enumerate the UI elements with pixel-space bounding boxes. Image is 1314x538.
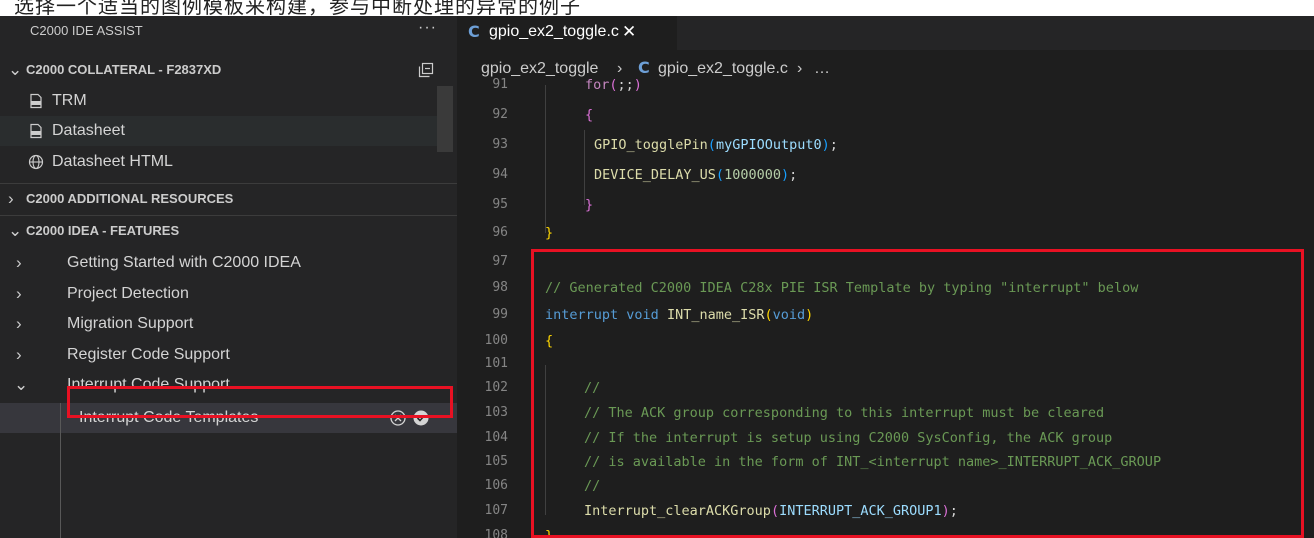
c-language-icon: C [468,22,480,41]
collateral-item-label: Datasheet [52,122,125,139]
chevron-right-icon: › [8,189,14,208]
feature-item-migration-support[interactable]: › Migration Support [0,309,457,339]
section-title: C2000 IDEA - FEATURES [26,223,180,238]
chevron-right-icon: › [797,60,803,77]
chevron-down-icon: ⌄ [8,60,23,79]
section-collateral-header[interactable]: ⌄ C2000 COLLATERAL - F2837XD [0,55,457,85]
line-number: 94 [492,167,508,182]
collateral-item-label: Datasheet HTML [52,153,173,170]
chevron-down-icon: ⌄ [14,375,29,394]
pdf-icon [30,93,42,109]
line-number: 95 [492,197,508,212]
indent-guide [545,85,546,233]
feature-item-label: Getting Started with C2000 IDEA [67,254,301,271]
collateral-item-datasheet-html[interactable]: Datasheet HTML [0,147,457,177]
chevron-down-icon: ⌄ [8,221,23,240]
code-line: GPIO_togglePin(myGPIOOutput0); [594,137,838,153]
breadcrumb-more[interactable]: … [814,60,830,78]
sidebar: C2000 IDE ASSIST ··· ⌄ C2000 COLLATERAL … [0,16,457,538]
line-number: 92 [492,107,508,122]
line-number: 108 [484,528,508,538]
sidebar-header: C2000 IDE ASSIST ··· [0,16,457,46]
close-icon[interactable]: ✕ [622,22,636,42]
code-line: } [585,197,594,213]
chevron-right-icon: › [16,314,22,333]
tab-label: gpio_ex2_toggle.c [489,23,619,40]
collapse-all-icon[interactable] [418,62,434,78]
ellipsis-icon[interactable]: ··· [418,19,437,37]
highlight-box-isr-template [531,249,1304,538]
top-caption-text: 选择一个适当的图例模板来构建，参与中断处理的异常的例子 [14,0,581,16]
tab-gpio-ex2-toggle[interactable]: C gpio_ex2_toggle.c ✕ [457,16,677,50]
section-title: C2000 COLLATERAL - F2837XD [26,62,222,77]
code-line: } [545,225,554,241]
code-line: for(;;) [585,77,642,93]
code-line: { [585,107,594,123]
feature-item-getting-started[interactable]: › Getting Started with C2000 IDEA [0,248,457,278]
feature-item-register-code-support[interactable]: › Register Code Support [0,340,457,370]
breadcrumb-file[interactable]: gpio_ex2_toggle.c [658,60,788,78]
code-line: DEVICE_DELAY_US(1000000); [594,167,798,183]
section-title: C2000 ADDITIONAL RESOURCES [26,191,234,206]
line-number: 96 [492,225,508,240]
collateral-item-label: TRM [52,92,87,109]
line-number: 93 [492,137,508,152]
chevron-right-icon: › [16,284,22,303]
collateral-item-datasheet[interactable]: Datasheet [0,116,437,146]
line-number: 98 [492,280,508,295]
top-caption-strip: 选择一个适当的图例模板来构建，参与中断处理的异常的例子 [0,0,1314,16]
highlight-box-templates [67,386,453,418]
feature-item-label: Migration Support [67,315,194,332]
pdf-icon [30,123,42,139]
line-number: 91 [492,77,508,92]
feature-item-label: Register Code Support [67,346,230,363]
chevron-right-icon: › [16,345,22,364]
feature-item-project-detection[interactable]: › Project Detection [0,279,457,309]
chevron-right-icon: › [16,253,22,272]
sidebar-title: C2000 IDE ASSIST [30,23,143,38]
tab-bar: C gpio_ex2_toggle.c ✕ [457,16,1314,50]
section-additional-resources-header[interactable]: › C2000 ADDITIONAL RESOURCES [0,183,457,214]
feature-item-label: Project Detection [67,285,189,302]
indent-guide [60,426,61,538]
collateral-item-trm[interactable]: TRM [0,86,457,116]
section-idea-features-header[interactable]: ⌄ C2000 IDEA - FEATURES [0,215,457,246]
globe-icon [28,154,44,170]
